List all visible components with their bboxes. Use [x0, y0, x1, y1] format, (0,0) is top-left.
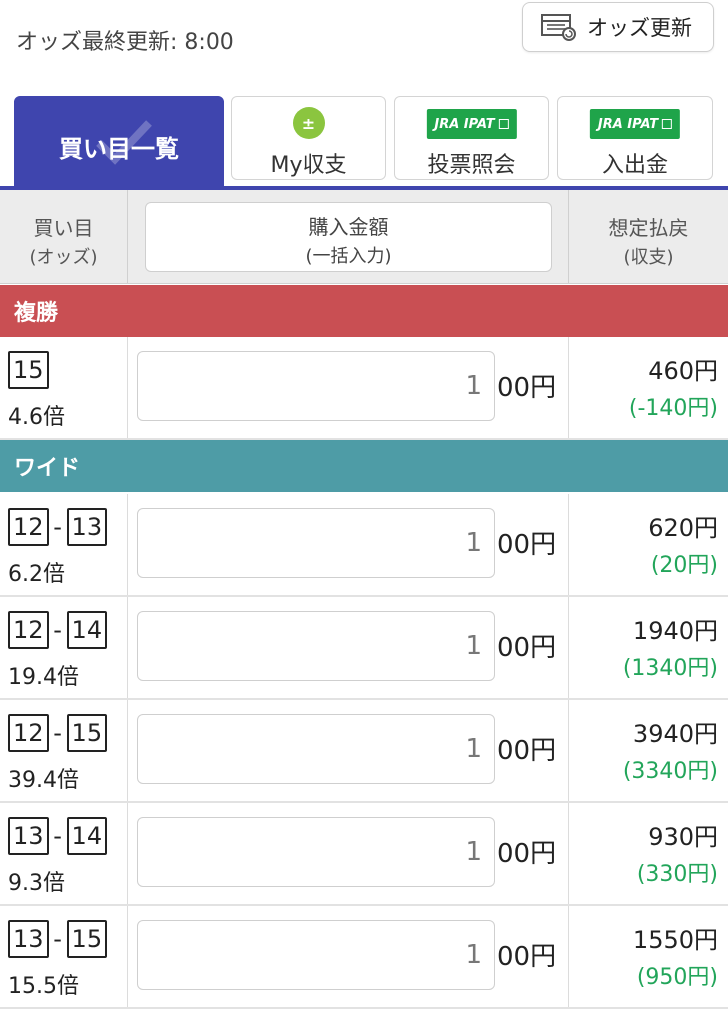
- jra-ipat-badge: JRA IPAT: [426, 109, 517, 139]
- horse-number: 12: [8, 611, 49, 649]
- tab-vote-inquiry-label: 投票照会: [427, 153, 516, 178]
- tab-deposit-withdraw[interactable]: JRA IPAT 入出金: [557, 96, 713, 180]
- odds-last-updated: オッズ最終更新: 8:00: [16, 30, 234, 55]
- profit: (950円): [636, 965, 718, 990]
- bet-row: 15 4.6倍 1 00円 460円 (-140円): [0, 337, 728, 440]
- tab-bar: 買い目一覧 ± My収支 JRA IPAT 投票照会 JRA IPAT 入出金: [0, 92, 728, 190]
- external-link-icon: [662, 119, 673, 129]
- payout-cell: 1550円 (950円): [568, 906, 728, 1007]
- profit: (20円): [650, 553, 718, 578]
- horse-number: 15: [66, 920, 108, 958]
- payout-cell: 3940円 (3340円): [568, 700, 728, 801]
- profit: (1340円): [622, 656, 718, 681]
- profit: (330円): [636, 862, 718, 887]
- payout-cell: 930円 (330円): [568, 803, 728, 904]
- horse-number: 13: [66, 508, 108, 546]
- odds: 15.5倍: [8, 974, 79, 999]
- horse-number: 13: [8, 920, 49, 958]
- horse-number: 15: [66, 714, 108, 752]
- external-link-icon: [498, 119, 509, 129]
- bet-cell: 13 - 14 9.3倍: [0, 803, 128, 904]
- section-header-fukusho: 複勝: [0, 285, 728, 337]
- tab-bet-list-label: 買い目一覧: [59, 135, 179, 163]
- bulk-amount-button[interactable]: 購入金額 (一括入力): [145, 202, 552, 272]
- payout-cell: 620円 (20円): [568, 494, 728, 595]
- odds: 4.6倍: [8, 405, 65, 430]
- payout: 1940円: [632, 617, 718, 645]
- amount-input[interactable]: 1: [137, 611, 495, 681]
- odds: 19.4倍: [8, 665, 79, 690]
- odds: 6.2倍: [8, 562, 65, 587]
- payout: 460円: [648, 357, 718, 385]
- amount-input[interactable]: 1: [137, 714, 495, 784]
- amount-input[interactable]: 1: [137, 817, 495, 887]
- payout: 930円: [648, 823, 718, 851]
- amount-suffix: 00円: [497, 633, 557, 663]
- horse-number: 12: [8, 714, 49, 752]
- amount-suffix: 00円: [497, 839, 557, 869]
- profit: (3340円): [622, 759, 718, 784]
- amount-suffix: 00円: [497, 373, 557, 403]
- header-bet: 買い目 (オッズ): [0, 190, 128, 284]
- odds-refresh-label: オッズ更新: [587, 16, 692, 40]
- amount-suffix: 00円: [497, 530, 557, 560]
- dash: -: [53, 616, 62, 644]
- bet-cell: 12 - 14 19.4倍: [0, 597, 128, 698]
- top-bar: オッズ最終更新: 8:00 オッズ更新: [0, 0, 728, 92]
- dash: -: [53, 822, 62, 850]
- bet-cell: 12 - 13 6.2倍: [0, 494, 128, 595]
- payout: 3940円: [632, 720, 718, 748]
- profit: (-140円): [628, 396, 718, 421]
- horse-number: 14: [66, 817, 108, 855]
- amount-input[interactable]: 1: [137, 920, 495, 990]
- bet-row: 12 - 14 19.4倍 1 00円 1940円 (1340円): [0, 597, 728, 700]
- payout: 1550円: [632, 926, 718, 954]
- odds: 9.3倍: [8, 871, 65, 896]
- amount-suffix: 00円: [497, 736, 557, 766]
- horse-number: 15: [8, 351, 49, 389]
- tab-my-balance-label: My収支: [270, 153, 347, 178]
- section-header-wide: ワイド: [0, 440, 728, 492]
- amount-input[interactable]: 1: [137, 508, 495, 578]
- bet-cell: 15 4.6倍: [0, 337, 128, 438]
- bet-cell: 13 - 15 15.5倍: [0, 906, 128, 1007]
- tab-bet-list[interactable]: 買い目一覧: [14, 96, 224, 188]
- payout-cell: 460円 (-140円): [568, 337, 728, 438]
- bet-row: 13 - 15 15.5倍 1 00円 1550円 (950円): [0, 906, 728, 1009]
- bet-row: 12 - 15 39.4倍 1 00円 3940円 (3340円): [0, 700, 728, 803]
- horse-number: 14: [66, 611, 108, 649]
- odds: 39.4倍: [8, 768, 79, 793]
- dash: -: [53, 513, 62, 541]
- horse-number: 12: [8, 508, 49, 546]
- tab-my-balance[interactable]: ± My収支: [231, 96, 386, 180]
- dash: -: [53, 719, 62, 747]
- header-payout: 想定払戻 (収支): [568, 190, 728, 284]
- table-header: 買い目 (オッズ) 購入金額 (一括入力) 想定払戻 (収支): [0, 190, 728, 284]
- horse-number: 13: [8, 817, 49, 855]
- bet-row: 13 - 14 9.3倍 1 00円 930円 (330円): [0, 803, 728, 906]
- dash: -: [53, 925, 62, 953]
- amount-suffix: 00円: [497, 942, 557, 972]
- odds-refresh-button[interactable]: オッズ更新: [522, 2, 714, 52]
- payout-cell: 1940円 (1340円): [568, 597, 728, 698]
- amount-input[interactable]: 1: [137, 351, 495, 421]
- plus-minus-icon: ±: [292, 107, 325, 139]
- tab-deposit-withdraw-label: 入出金: [601, 153, 668, 178]
- table-refresh-icon: [541, 13, 577, 41]
- bet-cell: 12 - 15 39.4倍: [0, 700, 128, 801]
- bet-row: 12 - 13 6.2倍 1 00円 620円 (20円): [0, 494, 728, 597]
- jra-ipat-badge: JRA IPAT: [589, 109, 681, 139]
- tab-vote-inquiry[interactable]: JRA IPAT 投票照会: [394, 96, 549, 180]
- payout: 620円: [648, 514, 718, 542]
